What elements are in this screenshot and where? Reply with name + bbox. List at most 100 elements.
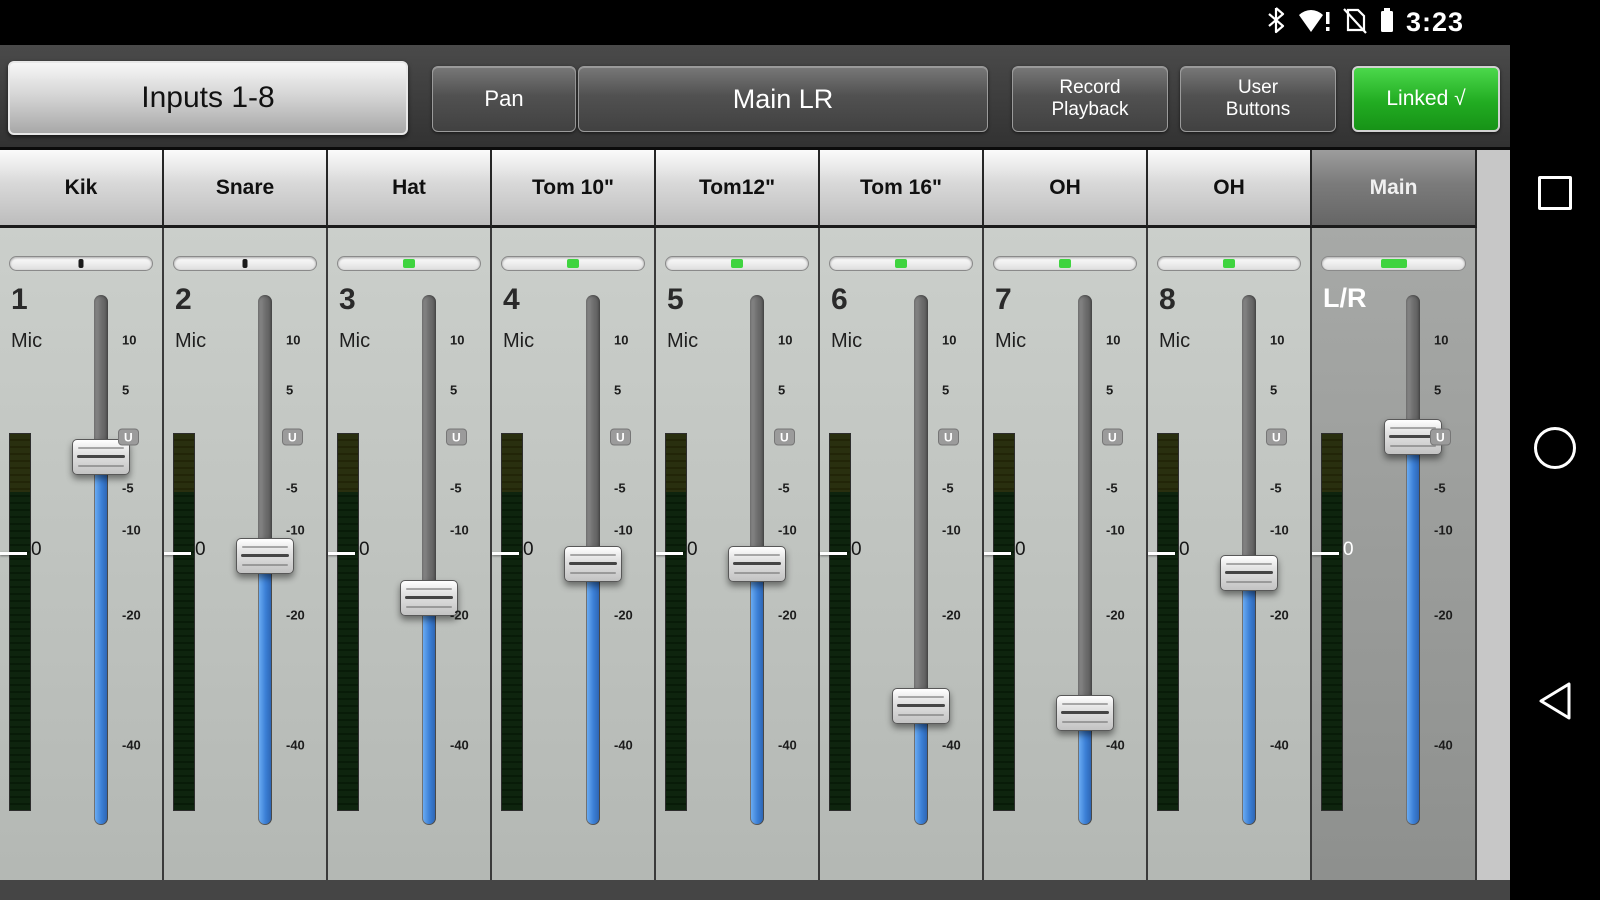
channel-name-button[interactable]: Tom 16" <box>820 150 984 228</box>
fader-scale-label: 5 <box>1434 383 1441 398</box>
channel-number-label: 3 <box>339 283 356 317</box>
fader-scale-label: -20 <box>942 608 961 623</box>
channel-name-button[interactable]: Kik <box>0 150 164 228</box>
inputs-1-8-button[interactable]: Inputs 1-8 <box>8 61 408 135</box>
fader-track[interactable] <box>1406 295 1420 825</box>
fader-scale: 105U-5-10-20-40 <box>446 295 488 825</box>
channel-strip-body: 1 Mic 0 105U-5-10-20-40 <box>0 228 164 900</box>
level-meter <box>1321 433 1343 811</box>
channel-source-label: Mic <box>503 330 534 353</box>
fader-track[interactable] <box>914 295 928 825</box>
pan-slider[interactable] <box>501 256 645 271</box>
meter-zero-label: 0 <box>31 539 42 561</box>
fader-scale-label: -10 <box>450 523 469 538</box>
fader-scale-label: -20 <box>1106 608 1125 623</box>
pan-position-tick <box>567 259 579 268</box>
meter-zero-label: 0 <box>851 539 862 561</box>
home-icon[interactable] <box>1534 427 1576 469</box>
meter-zero-tick <box>164 552 191 555</box>
channel-strip-body: 4 Mic 0 105U-5-10-20-40 <box>492 228 656 900</box>
fader-track[interactable] <box>1078 295 1092 825</box>
channel-name-label: Tom 10" <box>532 176 614 200</box>
fader-scale-label: -40 <box>942 738 961 753</box>
back-icon[interactable] <box>1537 681 1573 726</box>
channel-name-button[interactable]: Main <box>1312 150 1477 228</box>
fader-fill <box>259 556 271 825</box>
fader-scale-label: 10 <box>1106 333 1120 348</box>
main-lr-button[interactable]: Main LR <box>578 66 988 132</box>
fader-scale-label: 10 <box>286 333 300 348</box>
meter-zero-tick <box>984 552 1011 555</box>
fader-scale-label: -10 <box>1106 523 1125 538</box>
fader-scale-label: -20 <box>1270 608 1289 623</box>
recents-icon[interactable] <box>1538 176 1572 210</box>
channel-number-label: 7 <box>995 283 1012 317</box>
channel-strip: OH 7 Mic 0 105U-5-10-20-40 <box>984 150 1148 900</box>
fader-fill <box>587 564 599 824</box>
channel-strip: Hat 3 Mic 0 105U-5-10-20-40 <box>328 150 492 900</box>
channel-name-label: Main <box>1370 176 1418 200</box>
pan-slider[interactable] <box>173 256 317 271</box>
pan-position-tick <box>731 259 743 268</box>
no-sim-icon <box>1342 6 1368 39</box>
channel-name-label: Snare <box>216 176 274 200</box>
pan-slider[interactable] <box>1157 256 1301 271</box>
channel-strip-body: L/R 0 105U-5-10-20-40 <box>1312 228 1477 900</box>
channel-strip-body: 3 Mic 0 105U-5-10-20-40 <box>328 228 492 900</box>
pan-slider[interactable] <box>1321 256 1466 271</box>
pan-slider[interactable] <box>993 256 1137 271</box>
record-playback-button[interactable]: Record Playback <box>1012 66 1168 132</box>
fader-scale-label: -10 <box>1270 523 1289 538</box>
channel-name-button[interactable]: OH <box>1148 150 1312 228</box>
pan-slider[interactable] <box>337 256 481 271</box>
meter-zero-label: 0 <box>359 539 370 561</box>
fader-scale-label: 10 <box>778 333 792 348</box>
pan-slider[interactable] <box>9 256 153 271</box>
channel-name-label: Kik <box>65 176 98 200</box>
channel-name-label: Tom 16" <box>860 176 942 200</box>
fader-scale-label: -20 <box>286 608 305 623</box>
fader-track[interactable] <box>94 295 108 825</box>
fader-scale-label: 10 <box>1270 333 1284 348</box>
channel-number-label: 1 <box>11 283 28 317</box>
channel-source-label: Mic <box>667 330 698 353</box>
channel-source-label: Mic <box>995 330 1026 353</box>
channel-name-button[interactable]: Snare <box>164 150 328 228</box>
channel-number-label: 6 <box>831 283 848 317</box>
channel-name-button[interactable]: OH <box>984 150 1148 228</box>
meter-zero-tick <box>1148 552 1175 555</box>
channel-name-label: OH <box>1049 176 1081 200</box>
pan-slider[interactable] <box>829 256 973 271</box>
channel-name-button[interactable]: Hat <box>328 150 492 228</box>
fader-scale-label: -10 <box>1434 523 1453 538</box>
fader-track[interactable] <box>422 295 436 825</box>
user-buttons-button[interactable]: User Buttons <box>1180 66 1336 132</box>
fader-scale-label: -40 <box>778 738 797 753</box>
meter-zero-tick <box>656 552 683 555</box>
fader-scale-label: 5 <box>450 383 457 398</box>
fader-fill <box>95 457 107 824</box>
fader-scale-label: U <box>610 429 631 446</box>
fader-scale-label: -5 <box>122 481 134 496</box>
fader-scale-label: U <box>446 429 467 446</box>
channel-name-button[interactable]: Tom 10" <box>492 150 656 228</box>
fader-scale: 105U-5-10-20-40 <box>118 295 160 825</box>
channel-strip: Tom 16" 6 Mic 0 105U-5-10-20-40 <box>820 150 984 900</box>
channel-strip: Snare 2 Mic 0 105U-5-10-20-40 <box>164 150 328 900</box>
fader-scale-label: -40 <box>1270 738 1289 753</box>
status-clock: 3:23 <box>1406 7 1464 38</box>
meter-zero-label: 0 <box>687 539 698 561</box>
fader-scale-label: -10 <box>286 523 305 538</box>
pan-slider[interactable] <box>665 256 809 271</box>
mixer-strip-area: Kik 1 Mic 0 105U-5-10-20-40 Snare <box>0 150 1510 900</box>
fader-scale-label: U <box>282 429 303 446</box>
channel-source-label: Mic <box>831 330 862 353</box>
fader-scale-label: -5 <box>286 481 298 496</box>
pan-view-button[interactable]: Pan <box>432 66 576 132</box>
fader-scale-label: 5 <box>1270 383 1277 398</box>
meter-zero-label: 0 <box>1343 539 1354 561</box>
user-buttons-label-line2: Buttons <box>1226 99 1290 121</box>
bluetooth-icon <box>1266 6 1286 39</box>
linked-toggle-button[interactable]: Linked √ <box>1352 66 1500 132</box>
channel-name-button[interactable]: Tom12" <box>656 150 820 228</box>
